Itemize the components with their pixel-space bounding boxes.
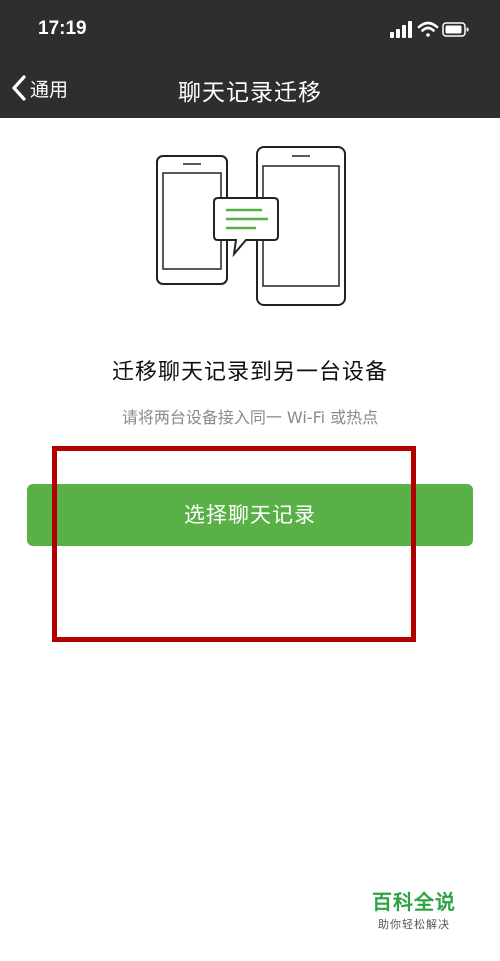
watermark-subtitle: 助你轻松解决	[378, 918, 450, 931]
main-heading: 迁移聊天记录到另一台设备	[111, 360, 388, 385]
watermark-logo: 百科全说 助你轻松解决	[372, 886, 456, 932]
select-chat-history-button[interactable]: 选择聊天记录	[27, 484, 473, 546]
phone-transfer-icon	[156, 146, 346, 306]
status-bar: 17:19	[0, 0, 500, 58]
watermark-title: 百科全说	[372, 890, 456, 914]
sub-heading: 请将两台设备接入同一 Wi-Fi 或热点	[121, 408, 379, 427]
wifi-icon	[417, 21, 439, 37]
status-time: 17:19	[38, 18, 87, 39]
status-icons	[390, 21, 469, 38]
battery-icon	[442, 22, 469, 37]
signal-icon	[390, 21, 412, 38]
nav-bar: 通用 聊天记录迁移	[0, 58, 500, 118]
page-title: 聊天记录迁移	[178, 80, 322, 106]
